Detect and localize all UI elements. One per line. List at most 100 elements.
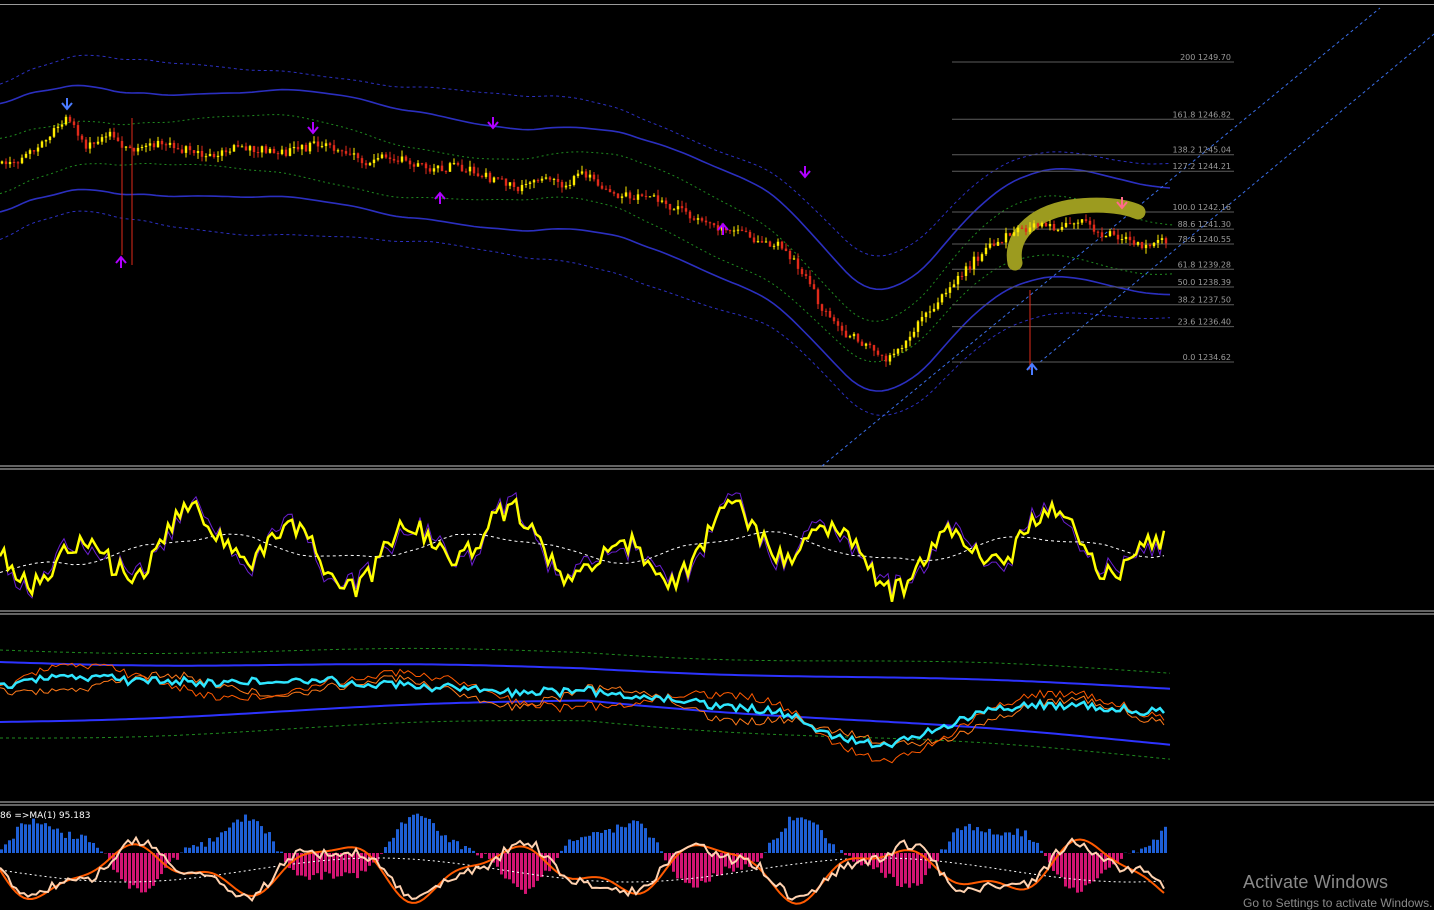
trading-chart[interactable]: 200 1249.70161.8 1246.82138.2 1245.04127… bbox=[0, 0, 1434, 907]
candle-body bbox=[117, 137, 119, 141]
histogram-bar-down bbox=[140, 853, 143, 892]
candle-body bbox=[865, 344, 867, 346]
histogram-bar-down bbox=[176, 853, 179, 860]
histogram-bar-down bbox=[332, 853, 335, 879]
candle-body bbox=[457, 163, 459, 165]
histogram-bar-up bbox=[1140, 849, 1143, 853]
candle-body bbox=[1061, 227, 1063, 230]
candle-body bbox=[861, 342, 863, 346]
histogram-bar-down bbox=[556, 853, 559, 858]
candle-body bbox=[153, 143, 155, 147]
candle-body bbox=[25, 154, 27, 158]
candle-body bbox=[645, 196, 647, 197]
histogram-bar-up bbox=[1152, 840, 1155, 853]
candle-body bbox=[129, 147, 131, 148]
candle-body bbox=[989, 244, 991, 248]
candle-body bbox=[237, 145, 239, 147]
histogram-bar-up bbox=[472, 851, 475, 853]
histogram-bar-up bbox=[244, 815, 247, 853]
histogram-bar-down bbox=[364, 853, 367, 871]
histogram-bar-up bbox=[400, 822, 403, 853]
histogram-bar-down bbox=[476, 853, 479, 855]
histogram-bar-down bbox=[760, 853, 763, 858]
histogram-bar-up bbox=[84, 836, 87, 853]
candle-body bbox=[437, 166, 439, 169]
histogram-bar-up bbox=[268, 832, 271, 853]
candle-body bbox=[453, 163, 455, 164]
candle-body bbox=[241, 146, 243, 147]
candle-body bbox=[913, 332, 915, 337]
candle-body bbox=[305, 145, 307, 152]
candle-body bbox=[829, 311, 831, 317]
candle-body bbox=[757, 241, 759, 242]
candle-body bbox=[977, 257, 979, 261]
candle-body bbox=[141, 147, 143, 148]
histogram-bar-up bbox=[840, 850, 843, 853]
candle-body bbox=[993, 244, 995, 246]
candle-body bbox=[405, 156, 407, 160]
candle-body bbox=[565, 186, 567, 188]
candle-body bbox=[121, 141, 123, 148]
candle-body bbox=[293, 147, 295, 148]
candle-body bbox=[1145, 245, 1147, 248]
histogram-bar-up bbox=[628, 823, 631, 853]
candle-body bbox=[1157, 240, 1159, 243]
candle-body bbox=[245, 146, 247, 150]
candle-body bbox=[949, 287, 951, 293]
histogram-bar-down bbox=[1044, 853, 1047, 856]
candle-body bbox=[1001, 242, 1003, 243]
histogram-bar-up bbox=[1012, 835, 1015, 853]
candle-body bbox=[1017, 228, 1019, 232]
histogram-bar-up bbox=[76, 839, 79, 853]
histogram-bar-up bbox=[804, 819, 807, 853]
histogram-bar-up bbox=[436, 831, 439, 853]
histogram-bar-up bbox=[1132, 850, 1135, 853]
histogram-bar-down bbox=[752, 853, 755, 862]
candle-body bbox=[737, 230, 739, 231]
histogram-bar-up bbox=[216, 837, 219, 853]
histogram-bar-up bbox=[1040, 851, 1043, 853]
candle-body bbox=[885, 356, 887, 362]
histogram-bar-up bbox=[440, 836, 443, 853]
histogram-bar-up bbox=[264, 833, 267, 853]
histogram-bar-up bbox=[588, 836, 591, 853]
histogram-bar-down bbox=[1064, 853, 1067, 887]
candle-body bbox=[669, 204, 671, 210]
histogram-bar-up bbox=[984, 832, 987, 853]
histogram-bar-down bbox=[756, 853, 759, 862]
histogram-bar-up bbox=[272, 841, 275, 853]
histogram-bar-down bbox=[688, 853, 691, 883]
histogram-bar-up bbox=[256, 821, 259, 853]
histogram-bar-up bbox=[280, 852, 283, 853]
candle-body bbox=[785, 249, 787, 251]
candle-body bbox=[873, 345, 875, 351]
candle-body bbox=[969, 266, 971, 269]
histogram-bar-up bbox=[580, 837, 583, 853]
candle-body bbox=[165, 144, 167, 145]
candle-body bbox=[1033, 223, 1035, 227]
fib-label-61.8: 61.8 1239.28 bbox=[1178, 260, 1231, 269]
candle-body bbox=[837, 321, 839, 326]
histogram-bar-up bbox=[828, 843, 831, 853]
histogram-bar-up bbox=[232, 822, 235, 853]
histogram-bar-up bbox=[448, 842, 451, 853]
candle-body bbox=[1025, 228, 1027, 231]
candle-body bbox=[613, 192, 615, 194]
histogram-bar-up bbox=[252, 819, 255, 853]
histogram-bar-down bbox=[852, 853, 855, 862]
histogram-bar-up bbox=[40, 824, 43, 853]
histogram-bar-up bbox=[56, 829, 59, 853]
fib-label-88.6: 88.6 1241.30 bbox=[1178, 220, 1231, 229]
candle-body bbox=[277, 153, 279, 154]
candle-body bbox=[701, 218, 703, 220]
candle-body bbox=[137, 148, 139, 152]
candle-body bbox=[781, 242, 783, 249]
histogram-bar-up bbox=[560, 851, 563, 853]
histogram-bar-up bbox=[396, 829, 399, 853]
candle-body bbox=[9, 162, 11, 164]
candle-body bbox=[641, 194, 643, 196]
candle-body bbox=[205, 156, 207, 157]
candle-body bbox=[1073, 223, 1075, 224]
candle-body bbox=[753, 238, 755, 243]
histogram-bar-down bbox=[536, 853, 539, 881]
